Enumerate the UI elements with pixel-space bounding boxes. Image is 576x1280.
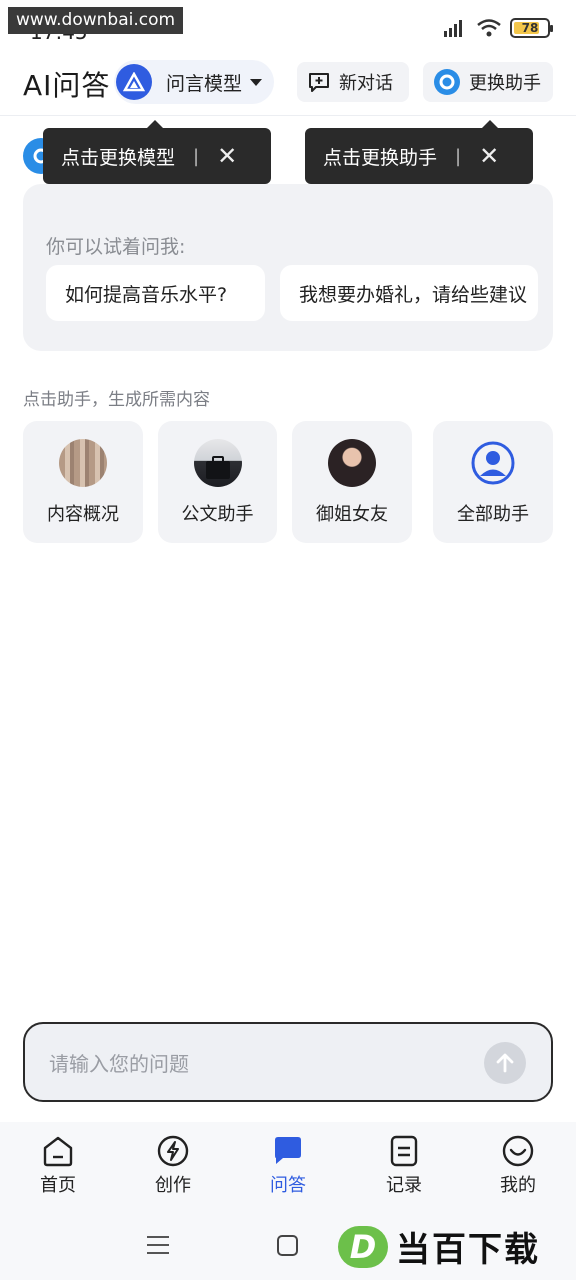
assistants-heading: 点击助手，生成所需内容: [23, 390, 210, 410]
menu-icon[interactable]: [147, 1236, 169, 1260]
home-square-icon[interactable]: [277, 1235, 298, 1256]
content-avatar: [59, 439, 107, 487]
smile-icon: [502, 1135, 534, 1167]
assistant-tooltip: 点击更换助手 | ✕: [305, 120, 533, 184]
lightning-icon: [157, 1135, 189, 1167]
nav-label: 我的: [500, 1175, 536, 1196]
suggestion-chip[interactable]: 我想要办婚礼，请给些建议: [280, 265, 538, 321]
model-tooltip: 点击更换模型 | ✕: [43, 120, 271, 184]
new-chat-label: 新对话: [339, 73, 393, 94]
assistant-card-content[interactable]: 内容概况: [23, 421, 143, 543]
status-bar: 17:45 www.downbai.com 78: [0, 0, 576, 56]
nav-item-create[interactable]: 创作: [133, 1134, 213, 1197]
tooltip-separator: |: [455, 145, 462, 167]
bottom-nav: 首页 创作 问答 记录 我的: [0, 1122, 576, 1212]
assistant-name: 御姐女友: [316, 504, 388, 525]
page-title: AI问答: [23, 69, 111, 102]
assistant-card-document[interactable]: 公文助手: [158, 421, 277, 543]
chat-icon: [275, 1137, 301, 1164]
person-icon: [469, 439, 517, 487]
assistant-icon: [433, 68, 461, 96]
battery-icon: 78: [510, 18, 553, 38]
home-icon: [43, 1136, 73, 1167]
assistant-name: 内容概况: [47, 504, 119, 525]
suggestion-title: 你可以试着问我:: [46, 236, 186, 258]
model-tooltip-text: 点击更换模型: [61, 146, 176, 169]
nav-label: 创作: [155, 1175, 191, 1196]
watermark-logo: D 当百下载: [338, 1222, 540, 1271]
signal-icon: [444, 20, 462, 37]
header: AI问答 问言模型 新对话 更换助手: [0, 56, 576, 116]
nav-item-qa[interactable]: 问答: [248, 1134, 328, 1197]
close-icon[interactable]: ✕: [479, 144, 499, 168]
question-input[interactable]: [49, 1044, 469, 1084]
assistant-card-all[interactable]: 全部助手: [433, 421, 553, 543]
nav-label: 首页: [40, 1175, 76, 1196]
wifi-icon: [477, 19, 501, 37]
assistant-name: 全部助手: [457, 504, 529, 525]
suggestion-chip[interactable]: 如何提高音乐水平?: [46, 265, 265, 321]
nav-item-records[interactable]: 记录: [364, 1134, 444, 1197]
assistant-card-girlfriend[interactable]: 御姐女友: [292, 421, 412, 543]
change-assistant-label: 更换助手: [469, 73, 541, 94]
nav-label: 记录: [386, 1175, 422, 1196]
girlfriend-avatar: [328, 439, 376, 487]
nav-item-profile[interactable]: 我的: [478, 1134, 558, 1197]
assistant-tooltip-text: 点击更换助手: [323, 146, 438, 169]
suggestion-card: 你可以试着问我: 如何提高音乐水平? 我想要办婚礼，请给些建议: [23, 184, 553, 351]
model-selector[interactable]: 问言模型: [114, 60, 274, 104]
new-chat-button[interactable]: 新对话: [297, 62, 409, 102]
nav-label: 问答: [270, 1175, 306, 1196]
assistant-name: 公文助手: [181, 504, 254, 525]
chevron-down-icon: [250, 78, 263, 86]
document-avatar: [193, 439, 242, 487]
model-label: 问言模型: [166, 72, 243, 95]
question-input-box: [23, 1022, 553, 1102]
arrow-up-icon: [496, 1053, 514, 1073]
battery-level: 78: [521, 21, 539, 35]
nav-item-home[interactable]: 首页: [18, 1134, 98, 1197]
record-icon: [390, 1135, 418, 1167]
change-assistant-button[interactable]: 更换助手: [423, 62, 553, 102]
system-nav-bar: D 当百下载: [0, 1212, 576, 1280]
logo-text: 当百下载: [396, 1230, 540, 1270]
send-button[interactable]: [484, 1042, 526, 1084]
logo-letter: D: [338, 1225, 388, 1268]
system-icons: 78: [442, 18, 553, 38]
new-chat-icon: [307, 70, 331, 94]
tooltip-separator: |: [193, 145, 200, 167]
model-logo-icon: [116, 64, 152, 100]
close-icon[interactable]: ✕: [217, 144, 237, 168]
watermark-url: www.downbai.com: [8, 7, 184, 34]
